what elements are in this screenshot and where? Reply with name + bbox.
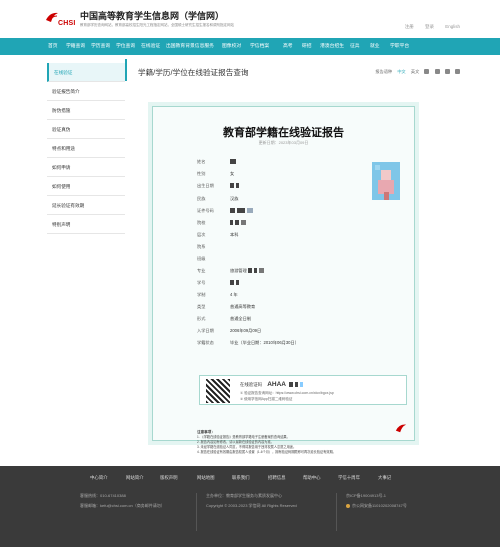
- language-label: 报告语种: [375, 69, 393, 74]
- footer-link[interactable]: 帮助中心: [303, 475, 321, 481]
- site-footer: 中心简介 网站简介 版权声明 网站地图 联系我们 招聘信息 帮助中心 学信十周年…: [0, 466, 500, 547]
- register-link[interactable]: 注册: [405, 24, 414, 29]
- verify-code: AHAA: [267, 381, 286, 388]
- top-links: 注册 登录 English: [395, 24, 460, 30]
- nav-yanzhao[interactable]: 研招: [302, 38, 312, 55]
- sidebar-item-usage[interactable]: 如何使用: [47, 177, 125, 196]
- download-icon[interactable]: [424, 69, 430, 75]
- page-tools: 报告语种 中文 英文: [371, 69, 460, 75]
- footer-host: 主办单位：教育部学生服务与素质发展中心: [206, 493, 282, 498]
- site-subtitle: 教育部学历查询网站，教育部高校招生阳光工程指定网站，全国硕士研究生招生报名和调剂…: [80, 23, 234, 27]
- nav-home[interactable]: 首页: [48, 38, 58, 55]
- site-header: CHSI 中国高等教育学生信息网（学信网） 教育部学历查询网站，教育部高校招生阳…: [0, 0, 500, 38]
- verification-report: 教育部学籍在线验证报告 更新日期：2023年03月09日 姓名 性别女 出生日期…: [148, 102, 419, 454]
- footer-phone: 客服热线：010-67410388: [80, 493, 126, 498]
- footer-link[interactable]: 联系我们: [232, 475, 250, 481]
- report-body: 教育部学籍在线验证报告 更新日期：2023年03月09日 姓名 性别女 出生日期…: [152, 106, 415, 454]
- sidebar-item-authenticity[interactable]: 验证真伪: [47, 120, 125, 139]
- site-title: 中国高等教育学生信息网（学信网）: [80, 11, 225, 21]
- main-nav: 首页 学籍查询 学历查询 学位查询 在线验证 出国教育背景信息服务 图像校对 学…: [0, 38, 500, 55]
- footer-link[interactable]: 学信十周年: [338, 475, 360, 481]
- footer-link[interactable]: 招聘信息: [268, 475, 286, 481]
- verify-code-label: 在线验证码: [240, 382, 262, 387]
- sidebar-item-statement[interactable]: 特别声明: [47, 215, 125, 234]
- page-title: 学籍/学历/学位在线验证报告查询: [138, 68, 249, 77]
- qrcode-icon[interactable]: [206, 379, 230, 403]
- verification-box: 在线验证码 AHAA ① 验证报告查询网址：https://www.chsi.c…: [199, 375, 407, 405]
- sidebar-item-apply[interactable]: 如何申请: [47, 158, 125, 177]
- sidebar-item-features[interactable]: 特点和用途: [47, 139, 125, 158]
- nav-archive[interactable]: 学信档案: [250, 38, 269, 55]
- nav-xuewei[interactable]: 学位查询: [116, 38, 135, 55]
- footer-icp[interactable]: 京ICP备19004913号-1: [346, 493, 386, 499]
- footer-police[interactable]: 京公网安备11010202008747号: [352, 503, 407, 508]
- qrcode-icon[interactable]: [455, 69, 460, 75]
- footer-divider: [336, 493, 337, 531]
- footer-link[interactable]: 中心简介: [90, 475, 108, 481]
- nav-xueli[interactable]: 学历查询: [91, 38, 110, 55]
- lang-cn-button[interactable]: 中文: [397, 69, 405, 74]
- logo-text: CHSI: [58, 20, 76, 27]
- report-title: 教育部学籍在线验证报告: [223, 127, 344, 139]
- lang-en-button[interactable]: 英文: [411, 69, 419, 74]
- sidebar-item-verify[interactable]: 在线验证: [47, 63, 125, 82]
- redacted-value: [230, 183, 241, 189]
- print-icon[interactable]: [434, 69, 440, 75]
- report-update-date: 更新日期：2023年03月09日: [258, 140, 309, 145]
- police-badge-icon: [346, 503, 350, 508]
- chsi-stamp-icon: [395, 424, 407, 433]
- redacted-value: [230, 280, 241, 286]
- report-notes: 注意事项： 1. 《学籍在线验证报告》是教育部学籍电子注册备案的查询结果。 2.…: [197, 430, 397, 455]
- student-photo: [372, 162, 400, 200]
- footer-divider: [196, 493, 197, 531]
- nav-image[interactable]: 图像校对: [222, 38, 241, 55]
- redacted-value: [230, 208, 255, 214]
- nav-gaokao[interactable]: 高考: [283, 38, 293, 55]
- english-link[interactable]: English: [445, 24, 460, 29]
- footer-link[interactable]: 网站地图: [197, 475, 215, 481]
- verify-url-line[interactable]: ① 验证报告查询网址：https://www.chsi.com.cn/xlcx/…: [240, 391, 334, 396]
- nav-jiuye[interactable]: 就业: [370, 38, 380, 55]
- footer-link[interactable]: 版权声明: [160, 475, 178, 481]
- verify-app-line: ② 使用学信网App扫描二维码验证: [240, 397, 293, 401]
- sidebar: 在线验证 验证报告简介 防伪措施 验证真伪 特点和用途 如何申请 如何使用 延长…: [47, 63, 125, 234]
- nav-xuezhi[interactable]: 学职平台: [390, 38, 409, 55]
- note-item: 4. 报告在线验证有效期由报告权属人设置（1-6个月），拥有验证码期限即可再次延…: [197, 450, 336, 454]
- footer-email[interactable]: 客服邮箱：kefu@chsi.com.cn（商务邮件请勿）: [80, 503, 165, 509]
- sidebar-item-intro[interactable]: 验证报告简介: [47, 82, 125, 101]
- footer-copyright: Copyright © 2003-2023 学信网 All Rights Res…: [206, 503, 297, 508]
- nav-zhengbing[interactable]: 征兵: [350, 38, 360, 55]
- login-link[interactable]: 登录: [425, 24, 434, 29]
- redacted-value: [230, 159, 238, 165]
- nav-verify[interactable]: 在线验证: [141, 38, 160, 55]
- sidebar-item-anticounterfeit[interactable]: 防伪措施: [47, 101, 125, 120]
- nav-hmt[interactable]: 港澳台招生: [320, 38, 344, 55]
- nav-xueji[interactable]: 学籍查询: [66, 38, 85, 55]
- nav-overseas[interactable]: 出国教育背景信息服务: [166, 38, 214, 55]
- footer-link[interactable]: 大事记: [378, 475, 391, 481]
- email-icon[interactable]: [444, 69, 450, 75]
- redacted-value: [230, 220, 248, 226]
- footer-link[interactable]: 网站简介: [126, 475, 144, 481]
- page-header: 学籍/学历/学位在线验证报告查询 报告语种 中文 英文: [125, 59, 460, 81]
- sidebar-item-extend[interactable]: 延长验证有效期: [47, 196, 125, 215]
